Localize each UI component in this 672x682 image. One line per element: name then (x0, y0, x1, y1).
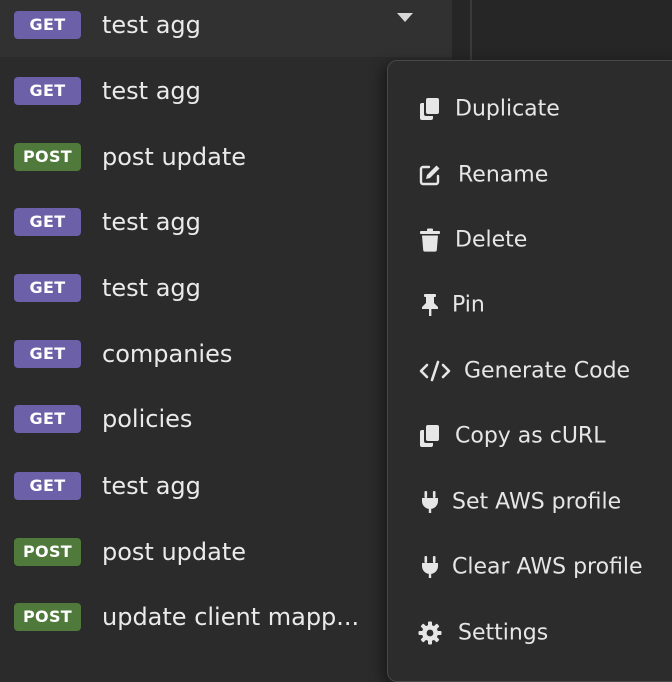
method-badge: POST (14, 537, 81, 566)
menu-label: Set AWS profile (452, 489, 622, 515)
request-row[interactable]: GET test agg (0, 58, 452, 123)
request-row[interactable]: POST post update (0, 519, 452, 584)
method-badge: GET (14, 404, 81, 433)
request-row[interactable]: POST update client mapp... (0, 584, 452, 649)
menu-label: Settings (458, 620, 549, 646)
method-badge: POST (14, 142, 81, 171)
method-badge: GET (14, 207, 81, 236)
menu-item-pin[interactable]: Pin (388, 277, 672, 333)
request-name: policies (102, 404, 193, 433)
request-row[interactable]: GET companies (0, 321, 452, 386)
request-name: post update (102, 142, 247, 171)
menu-item-duplicate[interactable]: Duplicate (388, 81, 672, 137)
method-badge: GET (14, 339, 81, 368)
request-name: post update (102, 537, 247, 566)
request-context-menu: Duplicate Rename Delete Pin Generate Cod… (387, 60, 672, 682)
menu-label: Generate Code (464, 358, 631, 384)
request-sidebar: GET test agg GET test agg POST post upda… (0, 0, 452, 656)
request-row[interactable]: POST post update (0, 124, 452, 189)
menu-label: Pin (452, 292, 485, 318)
menu-item-delete[interactable]: Delete (388, 212, 672, 268)
gear-icon (418, 621, 442, 645)
menu-item-rename[interactable]: Rename (388, 147, 672, 203)
request-name: test agg (102, 471, 201, 500)
request-row[interactable]: GET test agg (0, 453, 452, 518)
method-badge: POST (14, 602, 81, 631)
menu-item-copy-as-curl[interactable]: Copy as cURL (388, 408, 672, 464)
duplicate-icon (418, 97, 442, 121)
edit-icon (418, 163, 442, 187)
method-badge: GET (14, 10, 81, 39)
request-row[interactable]: GET test agg (0, 189, 452, 254)
request-name: test agg (102, 10, 201, 39)
menu-label: Copy as cURL (455, 423, 606, 449)
plug-icon (418, 555, 442, 579)
request-name: test agg (102, 273, 201, 302)
copy-icon (418, 424, 442, 448)
request-row[interactable]: GET test agg (0, 255, 452, 320)
menu-label: Clear AWS profile (452, 554, 643, 580)
request-name: companies (102, 339, 233, 368)
request-name: test agg (102, 207, 201, 236)
menu-label: Duplicate (455, 96, 560, 122)
request-row[interactable]: GET policies (0, 386, 452, 451)
menu-label: Delete (455, 227, 528, 253)
menu-item-generate-code[interactable]: Generate Code (388, 343, 672, 399)
code-icon (418, 359, 452, 383)
method-badge: GET (14, 76, 81, 105)
menu-item-set-aws-profile[interactable]: Set AWS profile (388, 474, 672, 530)
request-name: update client mapp... (102, 602, 360, 631)
menu-item-clear-aws-profile[interactable]: Clear AWS profile (388, 539, 672, 595)
menu-item-settings[interactable]: Settings (388, 605, 672, 661)
chevron-down-icon[interactable] (397, 13, 413, 22)
request-row[interactable]: GET test agg (0, 0, 452, 57)
method-badge: GET (14, 471, 81, 500)
method-badge: GET (14, 273, 81, 302)
plug-icon (418, 490, 442, 514)
request-name: test agg (102, 76, 201, 105)
trash-icon (418, 228, 442, 252)
pane-divider[interactable] (470, 0, 472, 62)
pin-icon (418, 293, 442, 317)
menu-label: Rename (458, 162, 549, 188)
